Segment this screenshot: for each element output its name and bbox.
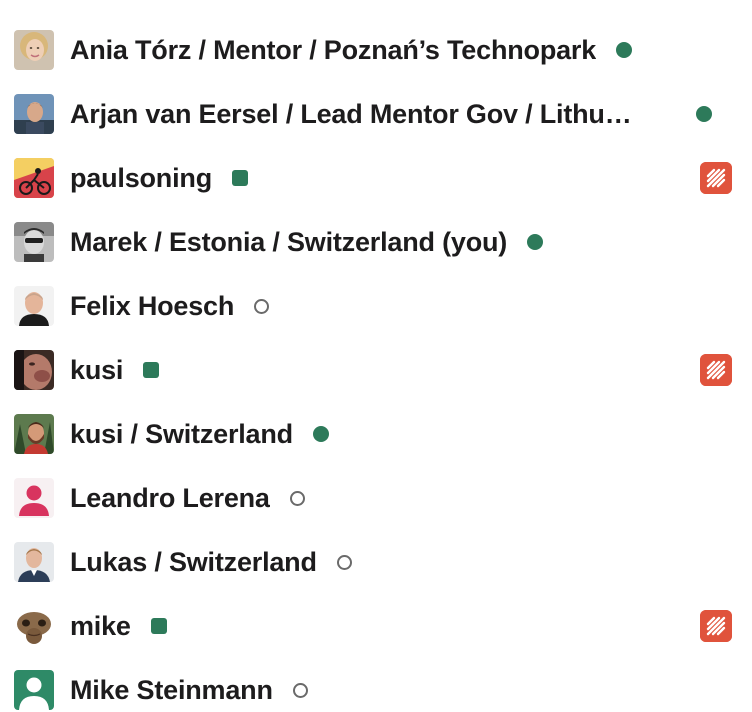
member-row[interactable]: kusi — [0, 338, 752, 402]
striped-square-app-icon — [700, 162, 732, 194]
member-row[interactable]: Leandro Lerena — [0, 466, 752, 530]
avatar[interactable] — [14, 286, 54, 326]
member-list: Ania Tórz / Mentor / Poznań’s Technopark… — [0, 0, 752, 712]
presence-active-icon — [527, 234, 544, 250]
presence-active-icon — [696, 106, 712, 122]
avatar[interactable] — [14, 94, 54, 134]
member-name[interactable]: Arjan van Eersel / Lead Mentor Gov / Lit… — [70, 99, 632, 130]
presence-bot-icon — [150, 618, 167, 634]
member-row[interactable]: mike — [0, 594, 752, 658]
member-row[interactable]: Arjan van Eersel / Lead Mentor Gov / Lit… — [0, 82, 752, 146]
presence-away-icon — [289, 490, 305, 506]
photo-avatar-woman-blonde — [14, 30, 54, 70]
member-name[interactable]: Lukas / Switzerland — [70, 547, 317, 578]
photo-avatar-closeup — [14, 350, 54, 390]
photo-avatar-man-bald — [14, 286, 54, 326]
avatar[interactable] — [14, 478, 54, 518]
presence-bot-icon — [143, 362, 160, 378]
photo-avatar-man-suit — [14, 542, 54, 582]
presence-active-icon — [312, 426, 329, 442]
member-row[interactable]: Lukas / Switzerland — [0, 530, 752, 594]
photo-avatar-man-outdoor — [14, 94, 54, 134]
member-row[interactable]: Ania Tórz / Mentor / Poznań’s Technopark — [0, 18, 752, 82]
member-row[interactable]: kusi / Switzerland — [0, 402, 752, 466]
member-row[interactable]: Mike Steinmann — [0, 658, 752, 712]
avatar[interactable] — [14, 158, 54, 198]
member-name[interactable]: Ania Tórz / Mentor / Poznań’s Technopark — [70, 35, 596, 66]
app-badge-icon[interactable] — [700, 354, 732, 386]
app-badge-icon[interactable] — [700, 162, 732, 194]
presence-bot-icon — [232, 170, 248, 186]
member-name[interactable]: Marek / Estonia / Switzerland (you) — [70, 227, 507, 258]
member-name[interactable]: kusi — [70, 355, 123, 386]
photo-avatar-man-beard-forest — [14, 414, 54, 454]
member-name[interactable]: kusi / Switzerland — [70, 419, 293, 450]
default-avatar-green — [14, 670, 54, 710]
photo-avatar-man-sunglasses-bw — [14, 222, 54, 262]
member-name[interactable]: mike — [70, 611, 131, 642]
presence-away-icon — [336, 554, 352, 570]
avatar[interactable] — [14, 670, 54, 710]
avatar[interactable] — [14, 542, 54, 582]
member-name[interactable]: paulsoning — [70, 163, 212, 194]
member-name[interactable]: Mike Steinmann — [70, 675, 273, 706]
presence-away-icon — [292, 682, 308, 698]
striped-square-app-icon — [700, 354, 732, 386]
striped-square-app-icon — [700, 610, 732, 642]
avatar[interactable] — [14, 606, 54, 646]
presence-active-icon — [616, 42, 633, 58]
member-row[interactable]: paulsoning — [0, 146, 752, 210]
member-row[interactable]: Felix Hoesch — [0, 274, 752, 338]
member-name[interactable]: Leandro Lerena — [70, 483, 270, 514]
avatar[interactable] — [14, 414, 54, 454]
photo-avatar-cyclist — [14, 158, 54, 198]
app-badge-icon[interactable] — [700, 610, 732, 642]
avatar[interactable] — [14, 30, 54, 70]
member-row[interactable]: Marek / Estonia / Switzerland (you) — [0, 210, 752, 274]
default-avatar-pink — [14, 478, 54, 518]
avatar[interactable] — [14, 222, 54, 262]
photo-avatar-et-alien — [14, 606, 54, 646]
member-name[interactable]: Felix Hoesch — [70, 291, 234, 322]
avatar[interactable] — [14, 350, 54, 390]
presence-away-icon — [254, 298, 270, 314]
